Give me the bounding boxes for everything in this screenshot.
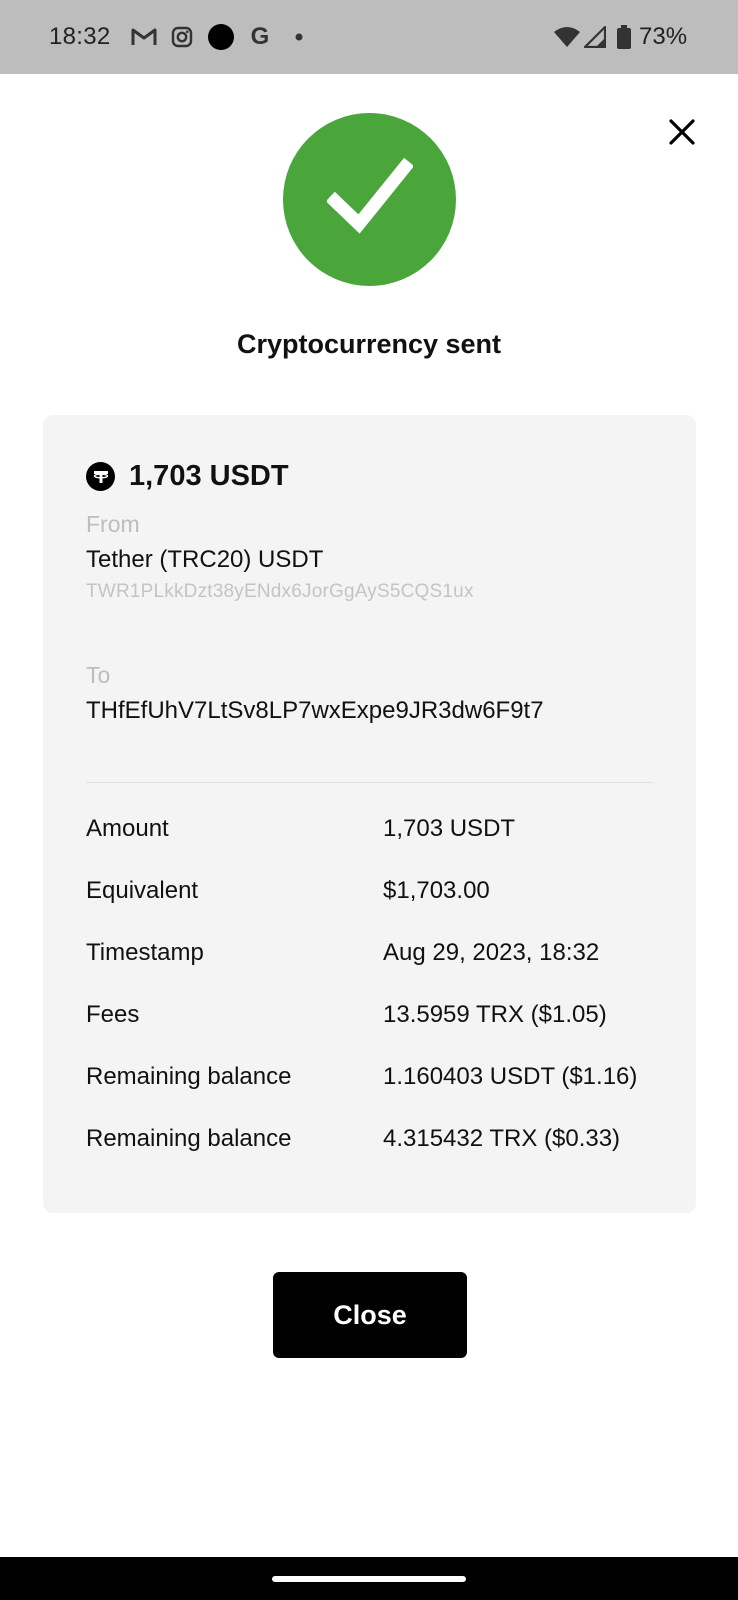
gmail-icon [130, 24, 158, 50]
detail-label: Timestamp [86, 939, 204, 966]
more-notifications-icon [294, 24, 304, 50]
detail-row-amount: Amount 1,703 USDT [86, 815, 653, 849]
detail-label: Equivalent [86, 877, 199, 904]
wifi-icon [553, 24, 581, 50]
amount-header: 1,703 USDT [86, 460, 289, 493]
battery-percentage: 73% [639, 23, 688, 50]
divider [86, 782, 653, 783]
from-label: From [86, 511, 140, 537]
detail-row-remaining-usdt: Remaining balance 1.160403 USDT ($1.16) [86, 1063, 653, 1097]
transaction-card: 1,703 USDT From Tether (TRC20) USDT TWR1… [43, 415, 696, 1213]
home-gesture-handle[interactable] [272, 1576, 466, 1582]
to-address: THfEfUhV7LtSv8LP7wxExpe9JR3dw6F9t7 [86, 697, 544, 724]
detail-label: Amount [86, 815, 169, 842]
battery-icon [616, 24, 632, 50]
amount-sent: 1,703 USDT [129, 460, 289, 492]
detail-row-fees: Fees 13.5959 TRX ($1.05) [86, 1001, 653, 1035]
detail-value: $1,703.00 [383, 877, 490, 904]
detail-label: Fees [86, 1001, 140, 1028]
tether-icon [86, 462, 115, 491]
navigation-bar [0, 1557, 738, 1600]
detail-row-timestamp: Timestamp Aug 29, 2023, 18:32 [86, 939, 653, 973]
success-indicator [283, 113, 456, 286]
detail-row-remaining-trx: Remaining balance 4.315432 TRX ($0.33) [86, 1125, 653, 1159]
status-time: 18:32 [49, 23, 111, 50]
dot-app-icon [207, 24, 235, 50]
detail-value: Aug 29, 2023, 18:32 [383, 939, 600, 966]
detail-label: Remaining balance [86, 1063, 292, 1090]
google-icon: G [250, 23, 270, 50]
from-wallet-name: Tether (TRC20) USDT [86, 546, 324, 573]
detail-label: Remaining balance [86, 1125, 292, 1152]
detail-value: 13.5959 TRX ($1.05) [383, 1001, 607, 1028]
status-bar: 18:32 G 73% [0, 0, 738, 74]
page-title: Cryptocurrency sent [236, 329, 502, 359]
close-button[interactable]: Close [273, 1272, 467, 1358]
detail-value: 1.160403 USDT ($1.16) [383, 1063, 638, 1090]
detail-value: 1,703 USDT [383, 815, 516, 842]
detail-row-equivalent: Equivalent $1,703.00 [86, 877, 653, 911]
close-icon[interactable] [664, 114, 700, 150]
signal-icon [584, 24, 606, 50]
detail-value: 4.315432 TRX ($0.33) [383, 1125, 621, 1152]
to-label: To [86, 662, 111, 688]
instagram-icon [170, 24, 194, 50]
check-icon [325, 157, 414, 242]
from-address: TWR1PLkkDzt38yENdx6JorGgAyS5CQS1ux [86, 581, 474, 602]
